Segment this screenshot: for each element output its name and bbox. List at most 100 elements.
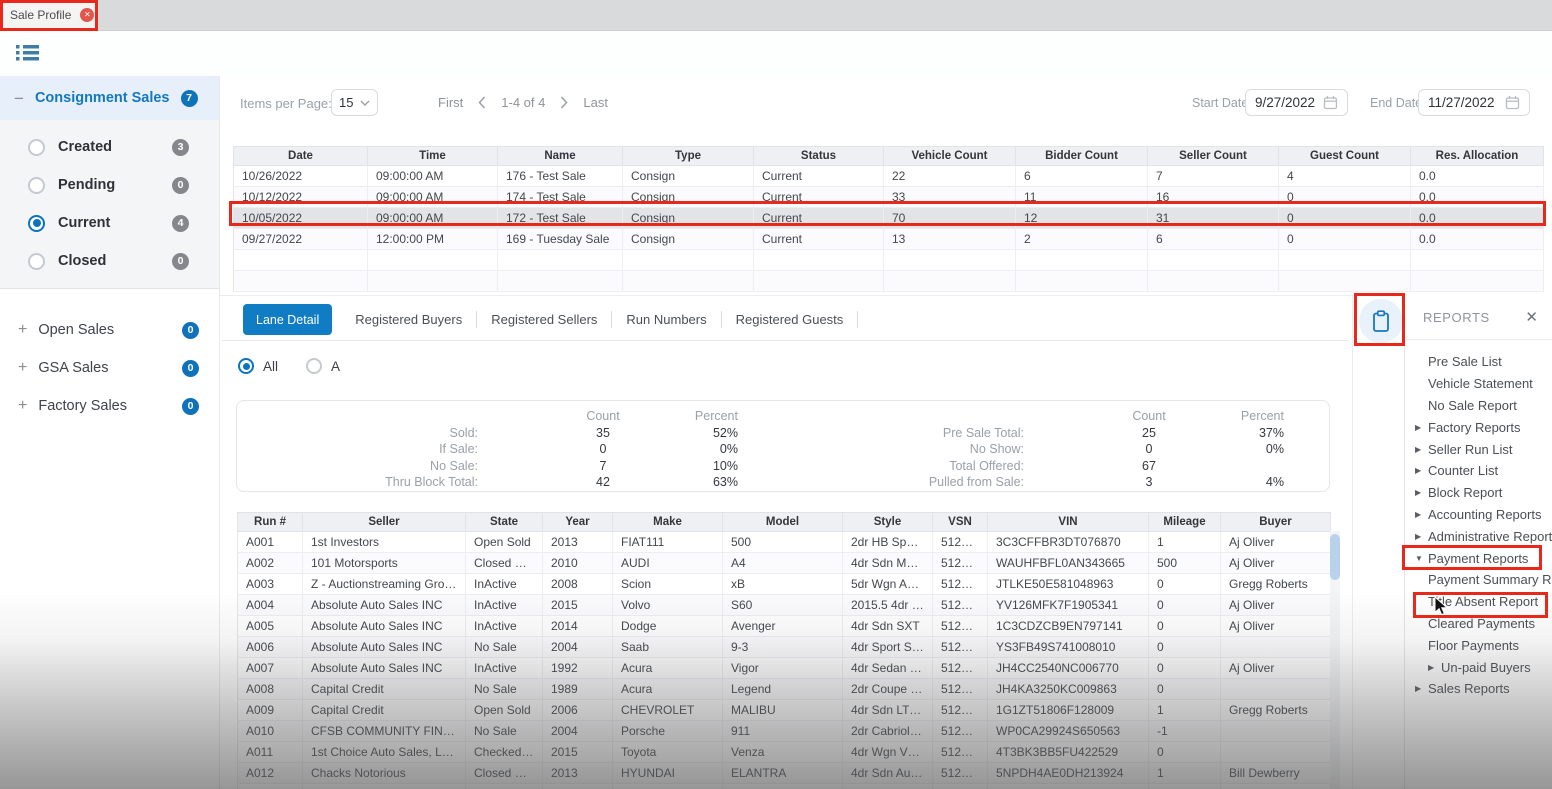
report-item-accounting-reports[interactable]: ▶Accounting Reports <box>1405 504 1552 526</box>
report-item-block-report[interactable]: ▶Block Report <box>1405 482 1552 504</box>
vehicle-row[interactable]: A0111st Choice Auto Sales, LLCChecked In… <box>238 742 1331 763</box>
chevron-left-icon[interactable] <box>478 96 486 109</box>
vehicle-row[interactable]: A004Absolute Auto Sales INCInActive2015V… <box>238 595 1331 616</box>
chevron-collapsed-icon[interactable]: ▶ <box>1415 532 1428 541</box>
column-header-run[interactable]: Run # <box>238 513 303 532</box>
sidebar-item-pending[interactable]: Pending0 <box>0 166 219 204</box>
tab-registered-buyers[interactable]: Registered Buyers <box>341 311 477 328</box>
column-header-name[interactable]: Name <box>498 147 623 166</box>
report-item-floor-payments[interactable]: Floor Payments <box>1405 634 1552 656</box>
calendar-icon[interactable] <box>1505 95 1520 110</box>
column-header-mileage[interactable]: Mileage <box>1149 513 1221 532</box>
vehicle-row[interactable]: A003Z - Auctionstreaming Group LLCInActi… <box>238 574 1331 595</box>
report-item-no-sale-report[interactable]: No Sale Report <box>1405 395 1552 417</box>
sale-row[interactable]: 10/12/202209:00:00 AM174 - Test SaleCons… <box>234 187 1544 208</box>
column-header-date[interactable]: Date <box>234 147 368 166</box>
tab-registered-sellers[interactable]: Registered Sellers <box>477 311 612 328</box>
expand-plus-icon[interactable]: + <box>18 360 27 376</box>
sidebar-item-closed[interactable]: Closed0 <box>0 242 219 280</box>
radio-icon[interactable] <box>28 139 45 156</box>
report-item-administrative-reports[interactable]: ▶Administrative Reports <box>1405 525 1552 547</box>
column-header-seller-count[interactable]: Seller Count <box>1148 147 1279 166</box>
close-icon[interactable]: ✕ <box>1525 310 1538 325</box>
chevron-collapsed-icon[interactable]: ▶ <box>1415 684 1428 693</box>
column-header-state[interactable]: State <box>466 513 543 532</box>
items-per-page-select[interactable]: 15 <box>331 89 378 116</box>
chevron-collapsed-icon[interactable]: ▶ <box>1415 488 1428 497</box>
column-header-make[interactable]: Make <box>613 513 723 532</box>
expand-plus-icon[interactable]: + <box>18 322 27 338</box>
sidebar-item-gsa-sales[interactable]: +GSA Sales0 <box>0 349 219 387</box>
column-header-time[interactable]: Time <box>368 147 498 166</box>
sidebar-item-factory-sales[interactable]: +Factory Sales0 <box>0 387 219 425</box>
column-header-res-allocation[interactable]: Res. Allocation <box>1411 147 1544 166</box>
lane-radio-a[interactable]: A <box>306 358 340 374</box>
reports-clipboard-button[interactable] <box>1359 299 1403 343</box>
report-item-factory-reports[interactable]: ▶Factory Reports <box>1405 416 1552 438</box>
chevron-expanded-icon[interactable]: ▼ <box>1415 554 1428 563</box>
radio-icon[interactable] <box>28 215 45 232</box>
tab-sale-profile[interactable]: Sale Profile ✕ <box>0 0 97 30</box>
report-item-cleared-payments[interactable]: Cleared Payments <box>1405 613 1552 635</box>
vehicle-row[interactable]: A005Absolute Auto Sales INCInActive2014D… <box>238 616 1331 637</box>
report-item-un-paid-buyers[interactable]: ▶Un-paid Buyers <box>1405 656 1552 678</box>
lane-radio-all[interactable]: All <box>238 358 278 374</box>
report-item-sales-reports[interactable]: ▶Sales Reports <box>1405 678 1552 700</box>
vehicle-row[interactable]: A006Absolute Auto Sales INCNo Sale2004Sa… <box>238 637 1331 658</box>
sidebar-item-consignment-sales[interactable]: − Consignment Sales 7 <box>0 76 219 120</box>
menu-list-icon[interactable] <box>16 43 40 63</box>
chevron-right-icon[interactable] <box>560 96 568 109</box>
report-item-payment-reports[interactable]: ▼Payment Reports <box>1405 547 1552 569</box>
vehicle-row[interactable]: A010CFSB COMMUNITY FINANCIAL ...No Sale2… <box>238 721 1331 742</box>
tab-registered-guests[interactable]: Registered Guests <box>722 311 859 328</box>
column-header-vin[interactable]: VIN <box>988 513 1149 532</box>
column-header-model[interactable]: Model <box>723 513 843 532</box>
chevron-collapsed-icon[interactable]: ▶ <box>1415 445 1428 454</box>
radio-icon[interactable] <box>28 177 45 194</box>
vehicle-row[interactable]: A002101 MotorsportsClosed Sold2010AUDIA4… <box>238 553 1331 574</box>
sale-row[interactable]: 10/26/202209:00:00 AM176 - Test SaleCons… <box>234 166 1544 187</box>
column-header-bidder-count[interactable]: Bidder Count <box>1016 147 1148 166</box>
column-header-status[interactable]: Status <box>754 147 884 166</box>
column-header-guest-count[interactable]: Guest Count <box>1279 147 1411 166</box>
sidebar-item-open-sales[interactable]: +Open Sales0 <box>0 311 219 349</box>
calendar-icon[interactable] <box>1323 95 1338 110</box>
sidebar-item-current[interactable]: Current4 <box>0 204 219 242</box>
report-item-vehicle-statement[interactable]: Vehicle Statement <box>1405 373 1552 395</box>
column-header-buyer[interactable]: Buyer <box>1221 513 1331 532</box>
chevron-collapsed-icon[interactable]: ▶ <box>1428 663 1441 672</box>
vehicle-row[interactable]: A009Capital CreditOpen Sold2006CHEVROLET… <box>238 700 1331 721</box>
radio-icon[interactable] <box>238 358 254 374</box>
column-header-vehicle-count[interactable]: Vehicle Count <box>884 147 1016 166</box>
pagination-first[interactable]: First <box>438 95 463 110</box>
end-date-input[interactable]: 11/27/2022 <box>1418 89 1530 116</box>
vehicle-row[interactable]: A007Absolute Auto Sales INCInActive1992A… <box>238 658 1331 679</box>
expand-plus-icon[interactable]: + <box>18 398 27 414</box>
vehicle-row[interactable]: A0133 Rivers FCUChecked In2008AudiRS 44d… <box>238 784 1331 789</box>
column-header-vsn[interactable]: VSN <box>933 513 988 532</box>
sidebar-item-created[interactable]: Created3 <box>0 128 219 166</box>
chevron-collapsed-icon[interactable]: ▶ <box>1415 423 1428 432</box>
report-item-seller-run-list[interactable]: ▶Seller Run List <box>1405 438 1552 460</box>
report-item-pre-sale-list[interactable]: Pre Sale List <box>1405 351 1552 373</box>
column-header-style[interactable]: Style <box>843 513 933 532</box>
radio-icon[interactable] <box>28 253 45 270</box>
sale-row[interactable]: 10/05/202209:00:00 AM172 - Test SaleCons… <box>234 208 1544 229</box>
start-date-input[interactable]: 9/27/2022 <box>1245 89 1348 116</box>
chevron-collapsed-icon[interactable]: ▶ <box>1415 510 1428 519</box>
report-item-title-absent-report[interactable]: Title Absent Report <box>1405 591 1552 613</box>
tab-close-icon[interactable]: ✕ <box>80 8 94 22</box>
tab-lane-detail[interactable]: Lane Detail <box>243 304 332 335</box>
radio-icon[interactable] <box>306 358 322 374</box>
chevron-collapsed-icon[interactable]: ▶ <box>1415 466 1428 475</box>
collapse-minus-icon[interactable]: − <box>14 90 24 107</box>
vehicle-row[interactable]: A0011st InvestorsOpen Sold2013FIAT111500… <box>238 532 1331 553</box>
column-header-seller[interactable]: Seller <box>303 513 466 532</box>
vehicle-row[interactable]: A012Chacks NotoriousClosed Sold2013HYUND… <box>238 763 1331 784</box>
report-item-counter-list[interactable]: ▶Counter List <box>1405 460 1552 482</box>
vehicle-row[interactable]: A008Capital CreditNo Sale1989AcuraLegend… <box>238 679 1331 700</box>
column-header-year[interactable]: Year <box>543 513 613 532</box>
pagination-last[interactable]: Last <box>583 95 608 110</box>
column-header-type[interactable]: Type <box>623 147 754 166</box>
tab-run-numbers[interactable]: Run Numbers <box>612 311 721 328</box>
